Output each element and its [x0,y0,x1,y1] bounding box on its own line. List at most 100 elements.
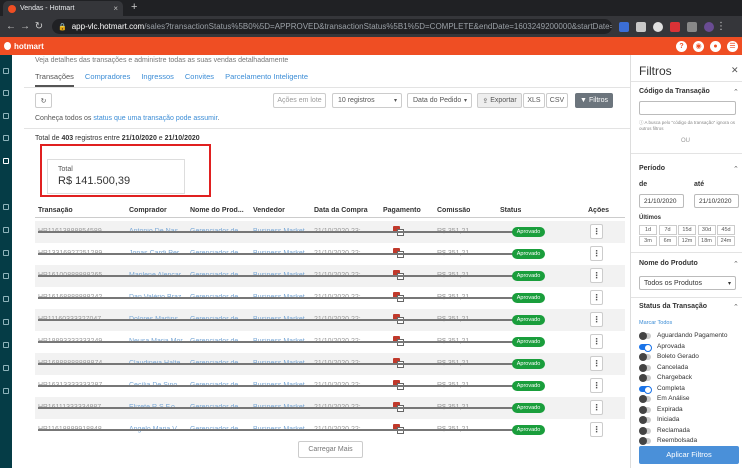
reports-icon[interactable] [3,204,9,210]
status-help-link[interactable]: status que uma transação pode assumir [93,115,217,122]
tab-compradores[interactable]: Compradores [85,72,130,87]
toggle-switch[interactable] [639,426,651,435]
row-actions-button[interactable]: ⋮ [590,268,603,283]
toggle-switch[interactable] [639,363,651,372]
puzzle-icon[interactable] [687,21,697,32]
products-icon[interactable] [3,113,9,119]
filters-button[interactable]: ▼ Filtros [575,93,613,108]
sales-icon[interactable] [3,158,9,164]
status-toggle-item[interactable]: Boleto Gerado [639,353,742,362]
xls-button[interactable]: XLS [523,93,545,108]
chevron-up-icon[interactable]: ⌃ [733,88,739,96]
row-actions-button[interactable]: ⋮ [590,312,603,327]
status-toggle-item[interactable]: Reembolsada [639,437,742,446]
table-row[interactable]: HP16888888888874Claudineia Halte...Geren… [35,353,625,375]
tab-ingressos[interactable]: Ingressos [141,72,174,87]
row-actions-button[interactable]: ⋮ [590,290,603,305]
period-chip[interactable]: 1d [639,225,657,235]
status-toggle-item[interactable]: Expirada [639,405,742,415]
toggle-switch[interactable] [639,332,651,340]
toggle-switch[interactable] [639,405,651,414]
end-date-input[interactable]: 21/10/2020 [694,194,739,208]
table-row[interactable]: HP16313333333287Cecília De Sino...Gerenc… [35,375,625,397]
extension-icon[interactable] [619,21,629,32]
period-chip[interactable]: 45d [717,225,735,235]
status-toggle-item[interactable]: Completa [639,385,742,394]
toggle-switch[interactable] [639,437,651,445]
table-row[interactable]: HP18893333333249Neusa Maria Mor...Gerenc… [35,331,625,353]
row-actions-button[interactable]: ⋮ [590,378,603,393]
table-row[interactable]: HP16168888888242Dan Valério Braz...Geren… [35,287,625,309]
affiliates-icon[interactable] [3,227,9,233]
table-row[interactable]: HP11613888854589Antonio De Nas...Gerenci… [35,221,625,243]
product-select[interactable]: Todos os Produtos ▾ [639,276,736,290]
market-icon[interactable] [3,250,9,256]
extension-icon[interactable] [670,21,680,32]
table-row[interactable]: HP13316927251289Jonas Cardi Per...Gerenc… [35,243,625,265]
integrations-icon[interactable] [3,296,9,302]
tab-convites[interactable]: Convites [185,72,214,87]
toggle-switch[interactable] [639,416,651,424]
period-chip[interactable]: 12m [678,236,696,246]
status-toggle-item[interactable]: Em Análise [639,395,742,404]
date-type-select[interactable]: Data do Pedido ▾ [407,93,472,108]
tab-parcelamento[interactable]: Parcelamento Inteligente [225,72,308,87]
clock-icon[interactable] [3,365,9,371]
tab-close-icon[interactable]: × [113,4,118,13]
transaction-code-input[interactable] [639,101,736,115]
toggle-switch[interactable] [639,395,651,403]
toggle-switch[interactable] [639,343,652,352]
period-chip[interactable]: 30d [697,225,716,235]
period-chip[interactable]: 15d [678,225,696,235]
table-row[interactable]: HP11160333327047Dolores Martins...Gerenc… [35,309,625,331]
help-sidebar-icon[interactable] [3,342,9,348]
info-icon[interactable] [3,388,9,394]
user-menu-icon[interactable]: ☰ [727,40,738,52]
extension-icon[interactable] [636,21,646,32]
batch-actions-button[interactable]: Ações em lote [273,93,326,108]
load-more-button[interactable]: Carregar Mais [298,441,363,458]
extension-icon[interactable] [653,21,663,32]
notification-icon[interactable]: ● [710,40,721,52]
browser-tab[interactable]: Vendas - Hotmart × [3,1,123,16]
hotmart-logo[interactable]: hotmart [4,42,44,51]
menu-dots-icon[interactable]: ⋮ [714,21,728,32]
apply-filters-button[interactable]: Aplicar Filtros [639,446,739,464]
toggle-switch[interactable] [639,385,652,394]
profile-avatar[interactable] [704,21,714,32]
new-tab-icon[interactable]: + [131,1,137,13]
table-row[interactable]: HP16100888888265Marilene Alencar...Geren… [35,265,625,287]
tools-icon[interactable] [3,135,9,141]
period-chip[interactable]: 7d [658,225,677,235]
table-row[interactable]: HP11618889918848Angelo Maria V...Gerenci… [35,419,625,441]
status-toggle-item[interactable]: Chargeback [639,374,742,383]
toggle-switch[interactable] [639,353,651,361]
refresh-button[interactable]: ↻ [35,93,52,108]
dashboard-icon[interactable] [3,90,9,96]
status-toggle-item[interactable]: Aprovada [639,343,742,352]
expand-icon[interactable] [3,68,9,74]
row-actions-button[interactable]: ⋮ [590,246,603,261]
tab-transacoes[interactable]: Transações [35,72,74,87]
chevron-up-icon[interactable]: ⌃ [733,260,739,268]
finance-icon[interactable] [3,273,9,279]
period-chip[interactable]: 3m [639,236,657,246]
reload-icon[interactable]: ↻ [32,21,46,32]
period-chip[interactable]: 6m [658,236,677,246]
row-actions-button[interactable]: ⋮ [590,422,603,437]
help-icon[interactable]: ? [676,40,687,52]
status-toggle-item[interactable]: Reclamada [639,426,742,436]
row-actions-button[interactable]: ⋮ [590,400,603,415]
chevron-up-icon[interactable]: ⌃ [733,165,739,173]
forward-icon[interactable]: → [18,21,32,32]
row-actions-button[interactable]: ⋮ [590,356,603,371]
status-toggle-item[interactable]: Cancelada [639,363,742,373]
chevron-up-icon[interactable]: ⌃ [733,303,739,311]
start-date-input[interactable]: 21/10/2020 [639,194,684,208]
close-icon[interactable]: ✕ [731,65,739,76]
status-toggle-item[interactable]: Aguardando Pagamento [639,332,742,341]
period-chip[interactable]: 24m [717,236,735,246]
status-toggle-item[interactable]: Iniciada [639,416,742,425]
toggle-switch[interactable] [639,374,651,382]
period-chip[interactable]: 18m [697,236,716,246]
